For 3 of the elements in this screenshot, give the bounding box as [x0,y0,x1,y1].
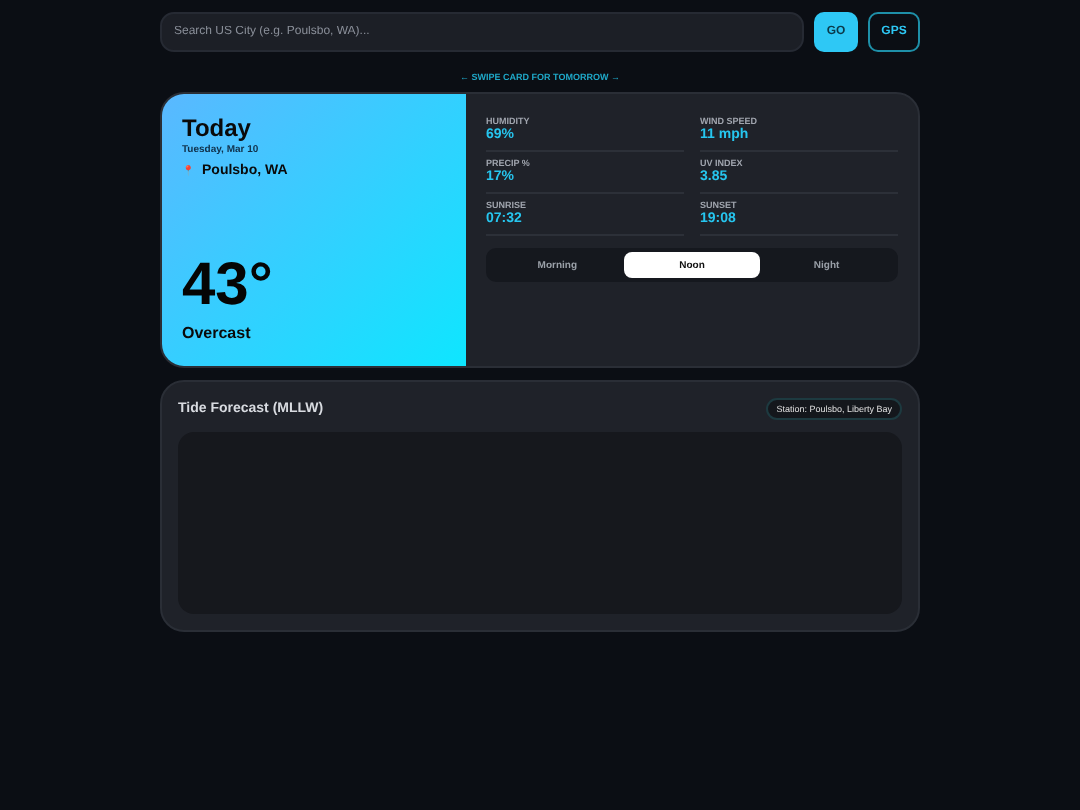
day-title: Today [182,114,253,142]
temperature: 43° [182,252,275,320]
condition-label: Overcast [182,324,253,342]
